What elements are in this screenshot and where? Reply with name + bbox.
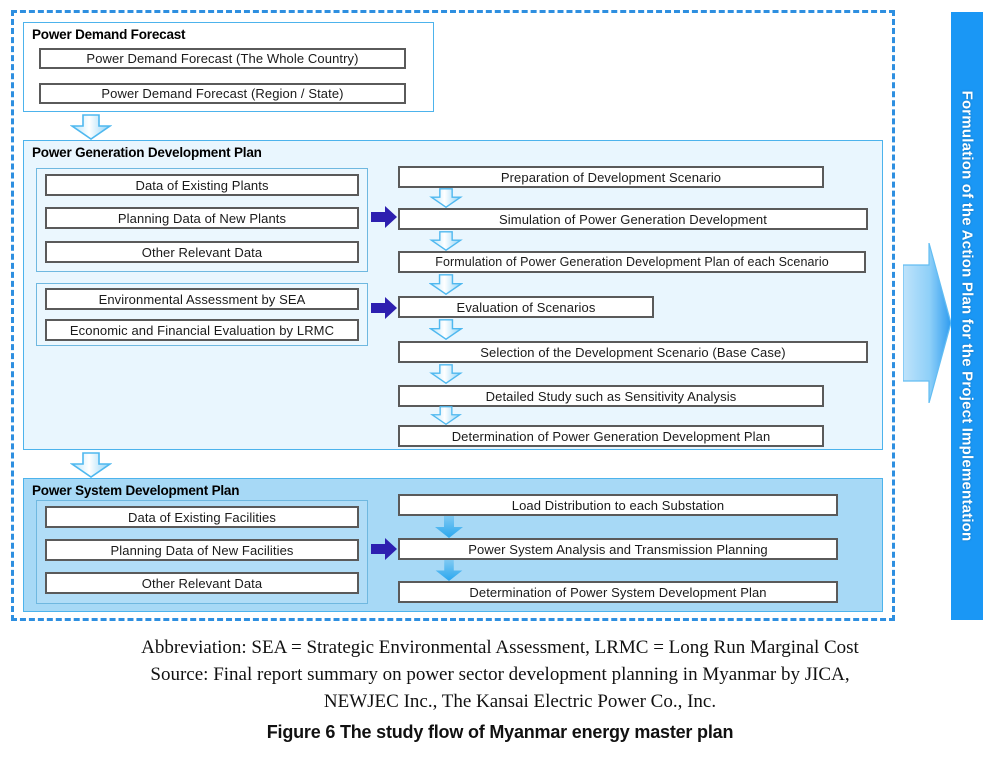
section-title-power-demand-forecast: Power Demand Forecast	[32, 27, 186, 42]
figure-root: Power Demand Forecast Power Demand Forec…	[0, 0, 1000, 760]
box-load-distribution-to-each-substation[interactable]: Load Distribution to each Substation	[398, 494, 838, 516]
box-determination-of-power-system-development-plan[interactable]: Determination of Power System Developmen…	[398, 581, 838, 603]
figure-title: Figure 6 The study flow of Myanmar energ…	[266, 722, 734, 742]
box-preparation-of-development-scenario[interactable]: Preparation of Development Scenario	[398, 166, 824, 188]
box-other-relevant-data-system[interactable]: Other Relevant Data	[45, 572, 359, 594]
box-data-of-existing-facilities[interactable]: Data of Existing Facilities	[45, 506, 359, 528]
arrow-down-icon-gen-1	[429, 188, 463, 208]
box-formulation-of-power-generation-development-plan[interactable]: Formulation of Power Generation Developm…	[398, 251, 866, 273]
big-arrow-right-icon	[903, 243, 951, 403]
action-plan-bar-label: Formulation of the Action Plan for the P…	[958, 90, 976, 542]
box-detailed-study-sensitivity-analysis[interactable]: Detailed Study such as Sensitivity Analy…	[398, 385, 824, 407]
box-demand-region-state[interactable]: Power Demand Forecast (Region / State)	[39, 83, 406, 104]
caption-abbreviation: Abbreviation: SEA = Strategic Environmen…	[141, 637, 859, 658]
caption-source-line-2: NEWJEC Inc., The Kansai Electric Power C…	[323, 691, 717, 712]
action-plan-bar: Formulation of the Action Plan for the P…	[951, 12, 983, 620]
box-planning-data-of-new-facilities[interactable]: Planning Data of New Facilities	[45, 539, 359, 561]
arrow-down-icon-sys-1	[435, 516, 463, 538]
box-selection-of-development-scenario[interactable]: Selection of the Development Scenario (B…	[398, 341, 868, 363]
box-simulation-of-power-generation-development[interactable]: Simulation of Power Generation Developme…	[398, 208, 868, 230]
arrow-down-icon-gen-2	[429, 231, 463, 251]
arrow-down-icon-gen-6	[429, 406, 463, 425]
box-data-of-existing-plants[interactable]: Data of Existing Plants	[45, 174, 359, 196]
caption-source-line-1: Source: Final report summary on power se…	[150, 664, 850, 685]
arrow-down-icon-demand-to-generation	[70, 114, 112, 140]
box-determination-of-power-generation-development-plan[interactable]: Determination of Power Generation Develo…	[398, 425, 824, 447]
arrow-down-icon-gen-3	[429, 274, 463, 295]
arrow-down-icon-sys-2	[435, 560, 463, 581]
box-evaluation-of-scenarios[interactable]: Evaluation of Scenarios	[398, 296, 654, 318]
arrow-right-icon-system-data-to-analysis	[371, 538, 397, 560]
box-demand-whole-country[interactable]: Power Demand Forecast (The Whole Country…	[39, 48, 406, 69]
arrow-right-icon-assessment-to-evaluation	[371, 297, 397, 319]
box-planning-data-of-new-plants[interactable]: Planning Data of New Plants	[45, 207, 359, 229]
section-title-power-system-development-plan: Power System Development Plan	[32, 483, 240, 498]
arrow-down-icon-generation-to-system	[70, 452, 112, 478]
box-environmental-assessment-sea[interactable]: Environmental Assessment by SEA	[45, 288, 359, 310]
figure-caption: Abbreviation: SEA = Strategic Environmen…	[0, 634, 1000, 743]
box-power-system-analysis-transmission-planning[interactable]: Power System Analysis and Transmission P…	[398, 538, 838, 560]
arrow-right-icon-data-to-simulation	[371, 206, 397, 228]
arrow-down-icon-gen-4	[429, 319, 463, 340]
box-economic-financial-evaluation-lrmc[interactable]: Economic and Financial Evaluation by LRM…	[45, 319, 359, 341]
arrow-down-icon-gen-5	[429, 364, 463, 384]
section-title-power-generation-development-plan: Power Generation Development Plan	[32, 145, 262, 160]
box-other-relevant-data-generation[interactable]: Other Relevant Data	[45, 241, 359, 263]
